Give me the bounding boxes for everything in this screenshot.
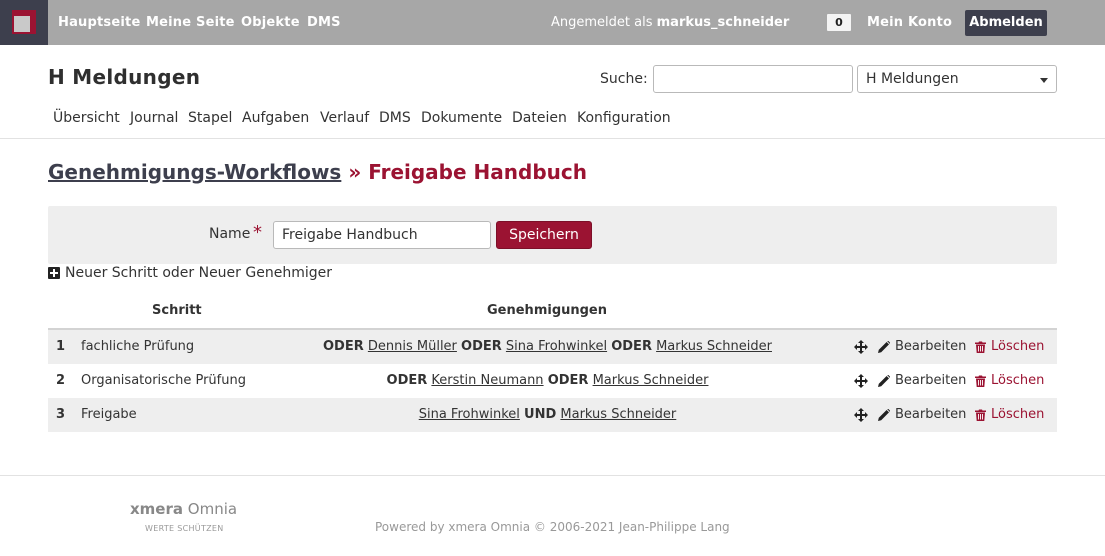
logo-inner-square — [14, 16, 30, 32]
footer-divider — [0, 475, 1105, 476]
column-header-approvals: Genehmigungen — [487, 303, 608, 318]
edit-link[interactable]: Bearbeiten — [895, 330, 966, 364]
tab-configuration[interactable]: Konfiguration — [577, 110, 671, 126]
approver-link[interactable]: Kerstin Neumann — [431, 373, 543, 388]
approval-conjunction: ODER — [547, 373, 589, 388]
top-link-dms[interactable]: DMS — [307, 15, 341, 30]
approval-conjunction: ODER — [323, 339, 364, 354]
tab-tasks[interactable]: Aufgaben — [242, 110, 309, 126]
tab-journal[interactable]: Journal — [130, 110, 178, 126]
username-link[interactable]: markus_schneider — [657, 15, 790, 30]
footer-brand-bold: xmera — [130, 500, 183, 518]
logged-in-info: Angemeldet als markus_schneider — [551, 15, 789, 30]
approver-link[interactable]: Markus Schneider — [560, 407, 676, 422]
required-marker: * — [253, 222, 262, 243]
tab-history[interactable]: Verlauf — [320, 110, 369, 126]
approval-conjunction: ODER — [611, 339, 652, 354]
approval-conjunction: ODER — [386, 373, 428, 388]
search-label: Suche: — [600, 71, 648, 87]
approver-link[interactable]: Markus Schneider — [593, 373, 709, 388]
header-divider — [0, 138, 1105, 139]
edit-link[interactable]: Bearbeiten — [895, 398, 966, 432]
trash-icon — [975, 409, 986, 421]
name-input[interactable]: Freigabe Handbuch — [273, 221, 491, 249]
delete-link[interactable]: Löschen — [991, 398, 1044, 432]
new-step-oder: oder — [162, 265, 195, 281]
top-link-my-page[interactable]: Meine Seite — [146, 15, 235, 30]
new-step-links: Neuer Schritt oder Neuer Genehmiger — [65, 265, 332, 281]
top-link-home[interactable]: Hauptseite — [58, 15, 140, 30]
footer-brand-rest: Omnia — [187, 500, 238, 518]
breadcrumb-current: Freigabe Handbuch — [368, 160, 587, 184]
table-row: 2 Organisatorische Prüfung ODER Kerstin … — [48, 364, 1057, 398]
top-bar: Hauptseite Meine Seite Objekte DMS Angem… — [0, 0, 1105, 45]
new-step-link[interactable]: Neuer Schritt — [65, 265, 158, 281]
move-icon[interactable] — [854, 374, 868, 388]
tab-dms[interactable]: DMS — [379, 110, 411, 126]
tab-batch[interactable]: Stapel — [188, 110, 232, 126]
tab-documents[interactable]: Dokumente — [421, 110, 502, 126]
project-select[interactable]: H Meldungen — [857, 65, 1057, 93]
move-icon[interactable] — [854, 408, 868, 422]
approver-link[interactable]: Markus Schneider — [656, 339, 772, 354]
pencil-icon — [878, 341, 890, 353]
project-select-value: H Meldungen — [866, 71, 959, 87]
my-account-link[interactable]: Mein Konto — [867, 15, 952, 30]
approval-conjunction: UND — [524, 407, 557, 422]
edit-link[interactable]: Bearbeiten — [895, 364, 966, 398]
logout-button[interactable]: Abmelden — [965, 10, 1047, 36]
pencil-icon — [878, 409, 890, 421]
table-row: 1 fachliche Prüfung ODER Dennis Müller O… — [48, 330, 1057, 364]
chevron-down-icon — [1040, 78, 1048, 83]
column-header-step: Schritt — [152, 303, 202, 318]
project-title: H Meldungen — [48, 65, 201, 89]
logo[interactable] — [0, 0, 48, 45]
logged-in-prefix: Angemeldet als — [551, 15, 653, 30]
approver-link[interactable]: Dennis Müller — [368, 339, 457, 354]
save-button[interactable]: Speichern — [496, 221, 592, 249]
name-label: Name — [209, 226, 251, 242]
breadcrumb-link-workflows[interactable]: Genehmigungs-Workflows — [48, 160, 341, 184]
approval-conjunction: ODER — [461, 339, 502, 354]
approver-link[interactable]: Sina Frohwinkel — [506, 339, 607, 354]
table-row: 3 Freigabe Sina Frohwinkel UND Markus Sc… — [48, 398, 1057, 432]
search-input[interactable] — [653, 65, 853, 93]
notification-counter[interactable]: 0 — [827, 14, 851, 31]
trash-icon — [975, 375, 986, 387]
breadcrumb-separator: » — [348, 160, 362, 184]
footer-tagline: WERTE SCHÜTZEN — [145, 524, 224, 533]
breadcrumb: Genehmigungs-Workflows » Freigabe Handbu… — [48, 160, 587, 184]
footer-powered-by: Powered by xmera Omnia © 2006-2021 Jean-… — [375, 520, 730, 534]
approver-link[interactable]: Sina Frohwinkel — [419, 407, 520, 422]
tab-overview[interactable]: Übersicht — [53, 110, 120, 126]
tab-files[interactable]: Dateien — [512, 110, 567, 126]
delete-link[interactable]: Löschen — [991, 364, 1044, 398]
delete-link[interactable]: Löschen — [991, 330, 1044, 364]
top-link-objects[interactable]: Objekte — [241, 15, 300, 30]
trash-icon — [975, 341, 986, 353]
pencil-icon — [878, 375, 890, 387]
footer-brand: xmera Omnia — [130, 500, 237, 518]
plus-icon — [48, 267, 60, 279]
new-approver-link[interactable]: Neuer Genehmiger — [199, 265, 332, 281]
move-icon[interactable] — [854, 340, 868, 354]
